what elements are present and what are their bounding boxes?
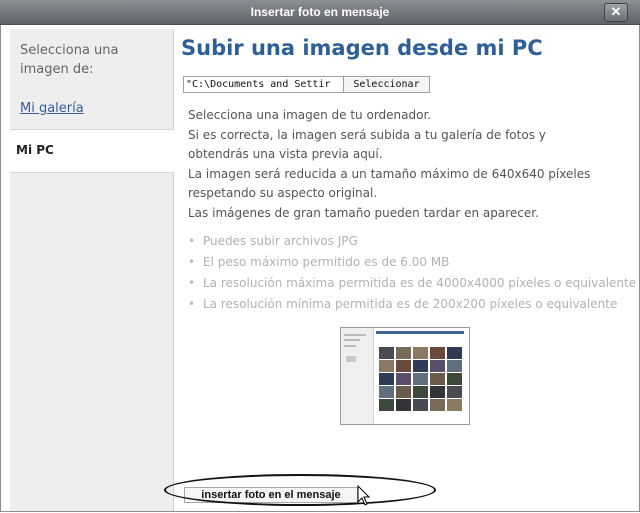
- preview-text-line: [346, 356, 356, 362]
- preview-photo-tile: [379, 399, 394, 411]
- description-line: respetando su aspecto original.: [188, 186, 378, 200]
- insert-photo-button[interactable]: insertar foto en el mensaje: [184, 487, 358, 503]
- preview-photo-tile: [430, 360, 445, 372]
- preview-title-bar: [376, 331, 464, 334]
- preview-photo-tile: [430, 386, 445, 398]
- description-line: Si es correcta, la imagen será subida a …: [188, 127, 546, 142]
- file-path-input[interactable]: "C:\Documents and Settir: [183, 76, 344, 93]
- preview-photo-tile: [396, 360, 411, 372]
- preview-photo-tile: [447, 386, 462, 398]
- preview-photo-grid: [379, 347, 462, 413]
- window-title: Insertar foto en mensaje: [250, 5, 390, 19]
- rule-item: La resolución mínima permitida es de 200…: [188, 294, 636, 315]
- description: Selecciona una imagen de tu ordenador. S…: [188, 106, 628, 223]
- preview-photo-tile: [379, 347, 394, 359]
- preview-photo-tile: [396, 399, 411, 411]
- preview-photo-tile: [379, 373, 394, 385]
- rule-item: La resolución máxima permitida es de 400…: [188, 273, 636, 294]
- close-icon: ✕: [610, 4, 622, 19]
- window-titlebar: Insertar foto en mensaje ✕: [0, 0, 640, 25]
- preview-text-line: [344, 339, 360, 341]
- preview-photo-tile: [447, 360, 462, 372]
- description-line: Selecciona una imagen de tu ordenador.: [188, 108, 432, 122]
- preview-photo-tile: [447, 347, 462, 359]
- mouse-pointer-icon: [357, 485, 371, 506]
- description-line: obtendrás una vista previa aquí.: [188, 147, 383, 161]
- close-button[interactable]: ✕: [604, 3, 628, 22]
- preview-photo-tile: [430, 399, 445, 411]
- preview-photo-tile: [413, 347, 428, 359]
- preview-photo-tile: [396, 373, 411, 385]
- select-file-button[interactable]: Seleccionar: [343, 76, 430, 93]
- preview-photo-tile: [413, 386, 428, 398]
- preview-photo-tile: [413, 373, 428, 385]
- description-line: La imagen será reducida a un tamaño máxi…: [188, 166, 591, 181]
- preview-photo-tile: [413, 360, 428, 372]
- preview-text-line: [344, 334, 366, 336]
- sidebar-item-mi-pc[interactable]: Mi PC: [10, 129, 174, 173]
- preview-photo-tile: [379, 386, 394, 398]
- sidebar-prompt: Selecciona una imagen de:: [20, 43, 119, 77]
- preview-photo-tile: [447, 399, 462, 411]
- preview-photo-tile: [413, 399, 428, 411]
- sidebar: Selecciona una imagen de: Mi galería Mi …: [10, 29, 174, 511]
- rule-item: El peso máximo permitido es de 6.00 MB: [188, 252, 636, 273]
- sidebar-item-label: Mi PC: [16, 143, 54, 157]
- description-line: Las imágenes de gran tamaño pueden tarda…: [188, 205, 539, 220]
- preview-text-line: [344, 345, 356, 347]
- page-title: Subir una imagen desde mi PC: [181, 36, 543, 60]
- sidebar-item-mi-galeria[interactable]: Mi galería: [20, 101, 84, 116]
- preview-photo-tile: [430, 373, 445, 385]
- preview-photo-tile: [396, 347, 411, 359]
- image-preview-thumbnail: [340, 327, 470, 425]
- preview-photo-tile: [379, 360, 394, 372]
- preview-photo-tile: [447, 373, 462, 385]
- rule-item: Puedes subir archivos JPG: [188, 231, 636, 252]
- preview-photo-tile: [396, 386, 411, 398]
- preview-sidebar: [341, 328, 374, 424]
- preview-photo-tile: [430, 347, 445, 359]
- upload-rules-list: Puedes subir archivos JPG El peso máximo…: [188, 231, 636, 315]
